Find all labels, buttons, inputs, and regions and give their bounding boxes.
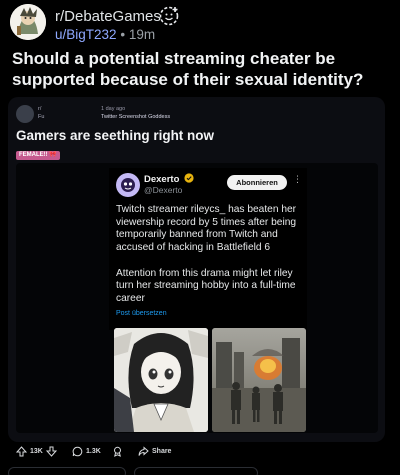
comment-icon bbox=[72, 446, 83, 456]
tweet-text: Twitch streamer rileycs_ has beaten her … bbox=[116, 204, 304, 318]
anime-drawing-image bbox=[114, 328, 208, 432]
more-icon: ⋮ bbox=[293, 174, 302, 184]
share-label: Share bbox=[152, 447, 172, 455]
upvote-icon[interactable] bbox=[16, 445, 27, 457]
vote-group: 13K bbox=[16, 442, 57, 460]
post-age: 19m bbox=[128, 27, 156, 42]
comments-button[interactable]: 1.3K bbox=[72, 442, 101, 460]
translate-link: Post übersetzen bbox=[116, 310, 167, 317]
verified-icon bbox=[184, 173, 194, 183]
follow-button: Abonnieren bbox=[227, 175, 287, 190]
post-title[interactable]: Should a potential streaming cheater be … bbox=[12, 48, 392, 90]
post-header: r/DebateGames u/BigT232 • 19m bbox=[8, 2, 392, 46]
upvote-count: 13K bbox=[30, 447, 43, 455]
author-name[interactable]: u/BigT232 bbox=[55, 27, 117, 42]
dexerto-avatar bbox=[116, 173, 140, 197]
post-action-bar: 13K 1.3K Share bbox=[12, 442, 392, 464]
embedded-avatar bbox=[16, 105, 34, 123]
share-button[interactable]: Share bbox=[138, 442, 171, 460]
embedded-age: 1 day ago bbox=[101, 106, 126, 112]
embedded-subreddit: Twitter Screenshot Goddess bbox=[101, 114, 171, 120]
award-icon bbox=[114, 446, 121, 457]
award-button[interactable] bbox=[112, 442, 123, 460]
tweet-screenshot: Dexerto @Dexerto Abonnieren ⋮ Twitch str… bbox=[16, 163, 378, 433]
tweet-author: Dexerto bbox=[144, 173, 194, 185]
tweet-handle: @Dexerto bbox=[144, 185, 183, 195]
next-post-peek bbox=[0, 467, 400, 475]
embedded-post-header: r/ Fu 1 day ago Twitter Screenshot Godde… bbox=[16, 105, 376, 127]
comment-count: 1.3K bbox=[86, 447, 101, 455]
separator: • bbox=[120, 27, 126, 42]
subreddit-avatar[interactable] bbox=[10, 4, 46, 40]
embedded-post-title: Gamers are seething right now bbox=[16, 128, 215, 143]
battlefield-screenshot-image bbox=[212, 328, 306, 432]
embedded-flair-badge: FEMALE!! 🎀 bbox=[16, 151, 60, 160]
post-image[interactable]: r/ Fu 1 day ago Twitter Screenshot Godde… bbox=[8, 97, 385, 442]
tweet-card: Dexerto @Dexerto Abonnieren ⋮ Twitch str… bbox=[109, 168, 307, 330]
embedded-user: r/ bbox=[38, 106, 42, 112]
bottom-pill bbox=[134, 467, 258, 475]
tweet-paragraph: Twitch streamer rileycs_ has beaten her … bbox=[116, 204, 297, 254]
subreddit-name[interactable]: r/DebateGames bbox=[55, 8, 161, 25]
downvote-icon[interactable] bbox=[45, 446, 57, 457]
tweet-paragraph: Attention from this drama might let rile… bbox=[116, 267, 296, 304]
author-line: u/BigT232 • 19m bbox=[55, 27, 155, 42]
bottom-pill bbox=[8, 467, 126, 475]
share-icon bbox=[138, 445, 149, 456]
join-icon[interactable] bbox=[158, 5, 180, 27]
tweet-author-name: Dexerto bbox=[144, 174, 180, 185]
embedded-user-flair: Fu bbox=[38, 114, 45, 120]
